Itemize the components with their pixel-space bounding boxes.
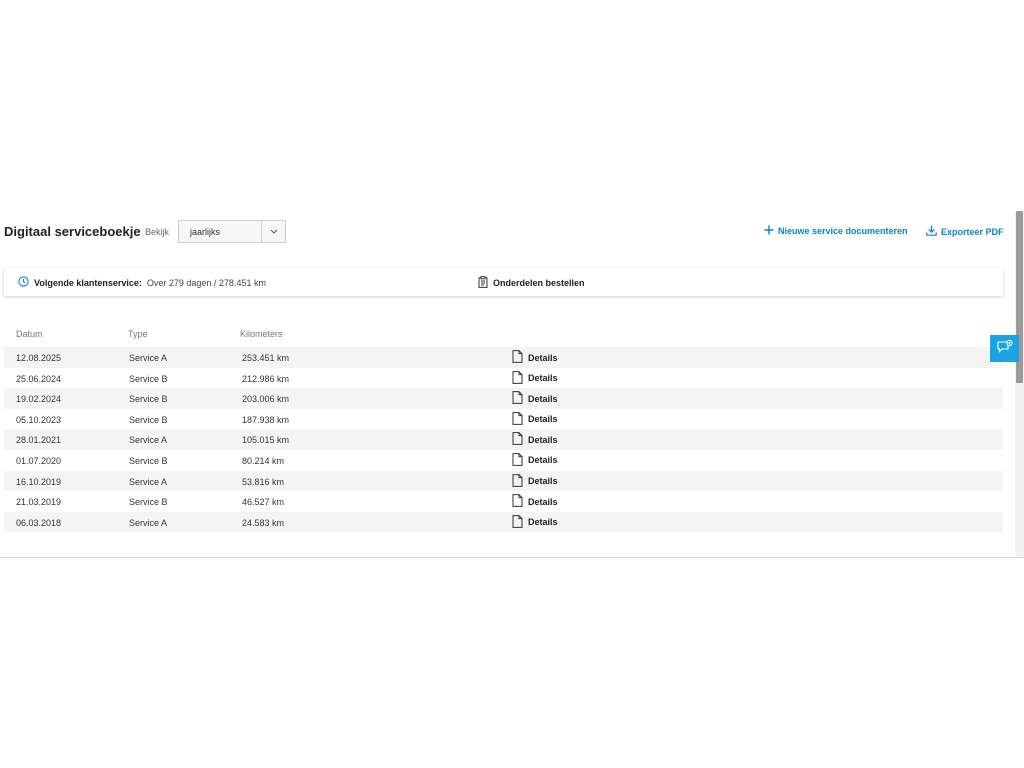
new-service-button[interactable]: Nieuwe service documenteren — [764, 225, 908, 237]
row-type: Service A — [129, 517, 168, 528]
view-select[interactable]: jaarlijks — [178, 220, 286, 243]
details-link[interactable]: Details — [512, 391, 558, 406]
view-label: Bekijk — [145, 227, 170, 237]
details-label: Details — [528, 517, 558, 528]
document-icon — [512, 432, 523, 447]
document-icon — [512, 473, 523, 489]
document-icon — [512, 370, 523, 386]
row-type: Service B — [129, 394, 168, 405]
order-parts-button[interactable]: Onderdelen bestellen — [478, 276, 585, 290]
details-link[interactable]: Details — [512, 350, 558, 365]
download-icon — [926, 225, 937, 238]
row-km: 80.214 km — [242, 455, 285, 466]
row-km: 253.451 km — [242, 353, 290, 363]
table-row: 05.10.2023 Service B 187.938 km Details — [4, 409, 1003, 430]
row-km: 203.006 km — [242, 394, 290, 405]
next-service-value: Over 279 dagen / 278.451 km — [146, 277, 266, 288]
view-select-value: jaarlijks — [190, 226, 221, 237]
row-date: 25.06.2024 — [16, 373, 62, 384]
table-row: 06.03.2018 Service A 24.583 km Details — [4, 511, 1003, 533]
row-date: 01.07.2020 — [16, 455, 62, 466]
document-icon — [512, 411, 523, 427]
service-book-header: Digitaal serviceboekje Bekijk jaarlijks … — [0, 211, 1016, 261]
row-type: Service B — [129, 414, 168, 425]
row-km: 187.938 km — [242, 414, 290, 425]
table-row: 28.01.2021 Service A 105.015 km Details — [4, 429, 1003, 450]
row-date: 12.08.2025 — [16, 353, 62, 363]
next-service-bar: Volgende klantenservice: Over 279 dagen … — [4, 268, 1003, 296]
export-pdf-label: Exporteer PDF — [941, 226, 1004, 237]
row-type: Service B — [129, 373, 168, 384]
table-row: 12.08.2025 Service A 253.451 km Details — [4, 347, 1003, 368]
row-type: Service A — [129, 476, 168, 487]
table-row: 25.06.2024 Service B 212.986 km Details — [4, 368, 1003, 389]
document-icon — [512, 494, 523, 509]
details-label: Details — [528, 393, 558, 404]
feedback-button[interactable] — [990, 335, 1019, 362]
column-header-date: Datum — [16, 329, 43, 339]
service-book-panel: Digitaal serviceboekje Bekijk jaarlijks … — [0, 211, 1024, 558]
table-row: 16.10.2019 Service A 53.816 km Details — [4, 470, 1003, 492]
clipboard-icon — [478, 276, 488, 290]
next-service-info: Volgende klantenservice: Over 279 dagen … — [18, 276, 266, 289]
details-link[interactable]: Details — [512, 411, 558, 427]
details-link[interactable]: Details — [512, 453, 558, 468]
row-date: 19.02.2024 — [16, 394, 62, 405]
details-link[interactable]: Details — [512, 494, 558, 509]
details-link[interactable]: Details — [512, 514, 558, 530]
document-icon — [512, 514, 523, 530]
row-km: 46.527 km — [242, 497, 285, 508]
new-service-label: Nieuwe service documenteren — [778, 226, 908, 236]
clock-icon — [18, 276, 29, 289]
order-parts-label: Onderdelen bestellen — [493, 278, 585, 288]
row-km: 105.015 km — [242, 435, 290, 446]
export-pdf-button[interactable]: Exporteer PDF — [926, 225, 1004, 238]
row-km: 53.816 km — [242, 476, 285, 487]
details-label: Details — [528, 434, 558, 445]
document-icon — [512, 350, 523, 365]
plus-icon — [764, 225, 774, 237]
details-label: Details — [528, 414, 558, 425]
details-link[interactable]: Details — [512, 473, 558, 489]
row-date: 06.03.2018 — [16, 517, 62, 528]
row-type: Service A — [129, 353, 168, 363]
table-body: 12.08.2025 Service A 253.451 km Details … — [4, 347, 1003, 533]
row-date: 28.01.2021 — [16, 435, 62, 446]
chevron-down-icon[interactable] — [262, 229, 285, 234]
details-label: Details — [528, 496, 558, 507]
document-icon — [512, 453, 523, 468]
table-row: 19.02.2024 Service B 203.006 km Details — [4, 388, 1003, 409]
row-date: 05.10.2023 — [16, 414, 62, 425]
document-icon — [512, 391, 523, 406]
next-service-label: Volgende klantenservice: — [34, 277, 142, 288]
feedback-icon — [996, 339, 1013, 358]
row-type: Service B — [129, 455, 168, 466]
column-header-km: Kilometers — [240, 329, 283, 339]
table-row: 21.03.2019 Service B 46.527 km Details — [4, 491, 1003, 512]
row-type: Service A — [129, 435, 168, 446]
column-header-type: Type — [128, 329, 148, 339]
details-label: Details — [528, 373, 558, 384]
details-link[interactable]: Details — [512, 370, 558, 386]
row-date: 16.10.2019 — [16, 476, 62, 487]
row-km: 212.986 km — [242, 373, 290, 384]
row-date: 21.03.2019 — [16, 497, 62, 508]
row-type: Service B — [129, 497, 168, 508]
details-label: Details — [528, 455, 558, 466]
row-km: 24.583 km — [242, 517, 285, 528]
page-title: Digitaal serviceboekje — [4, 224, 141, 239]
table-row: 01.07.2020 Service B 80.214 km Details — [4, 450, 1003, 471]
details-link[interactable]: Details — [512, 432, 558, 447]
details-label: Details — [528, 476, 558, 487]
details-label: Details — [528, 352, 558, 363]
